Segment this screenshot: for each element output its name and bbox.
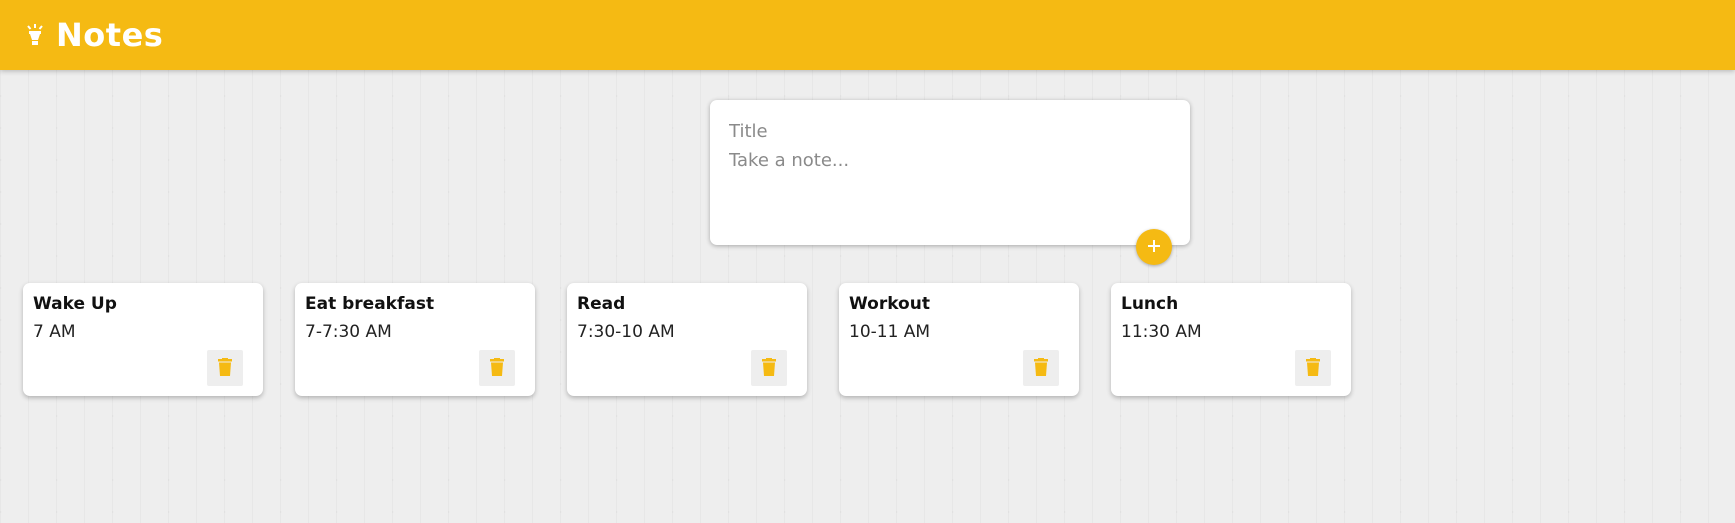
note-content: 10-11 AM — [849, 322, 931, 342]
trash-icon — [1305, 357, 1321, 379]
note-card: Wake Up 7 AM — [23, 283, 263, 396]
delete-note-button[interactable] — [479, 350, 515, 386]
note-content-input[interactable] — [729, 150, 1171, 220]
note-content: 11:30 AM — [1121, 322, 1202, 342]
app-title: Notes — [56, 16, 164, 54]
app-header: Notes — [0, 0, 1735, 70]
note-card: Read 7:30-10 AM — [567, 283, 807, 396]
delete-note-button[interactable] — [207, 350, 243, 386]
note-card: Lunch 11:30 AM — [1111, 283, 1351, 396]
note-title: Workout — [849, 294, 930, 314]
trash-icon — [1033, 357, 1049, 379]
delete-note-button[interactable] — [751, 350, 787, 386]
lightbulb-icon — [26, 22, 46, 48]
note-title: Lunch — [1121, 294, 1179, 314]
trash-icon — [489, 357, 505, 379]
delete-note-button[interactable] — [1023, 350, 1059, 386]
note-content: 7:30-10 AM — [577, 322, 675, 342]
trash-icon — [761, 357, 777, 379]
delete-note-button[interactable] — [1295, 350, 1331, 386]
note-content: 7-7:30 AM — [305, 322, 392, 342]
note-content: 7 AM — [33, 322, 76, 342]
note-composer — [710, 100, 1190, 245]
plus-icon — [1146, 238, 1162, 257]
note-card: Eat breakfast 7-7:30 AM — [295, 283, 535, 396]
note-title: Read — [577, 294, 626, 314]
add-note-button[interactable] — [1136, 229, 1172, 265]
note-title: Wake Up — [33, 294, 117, 314]
note-title-input[interactable] — [729, 118, 1171, 144]
trash-icon — [217, 357, 233, 379]
note-title: Eat breakfast — [305, 294, 435, 314]
note-card: Workout 10-11 AM — [839, 283, 1079, 396]
